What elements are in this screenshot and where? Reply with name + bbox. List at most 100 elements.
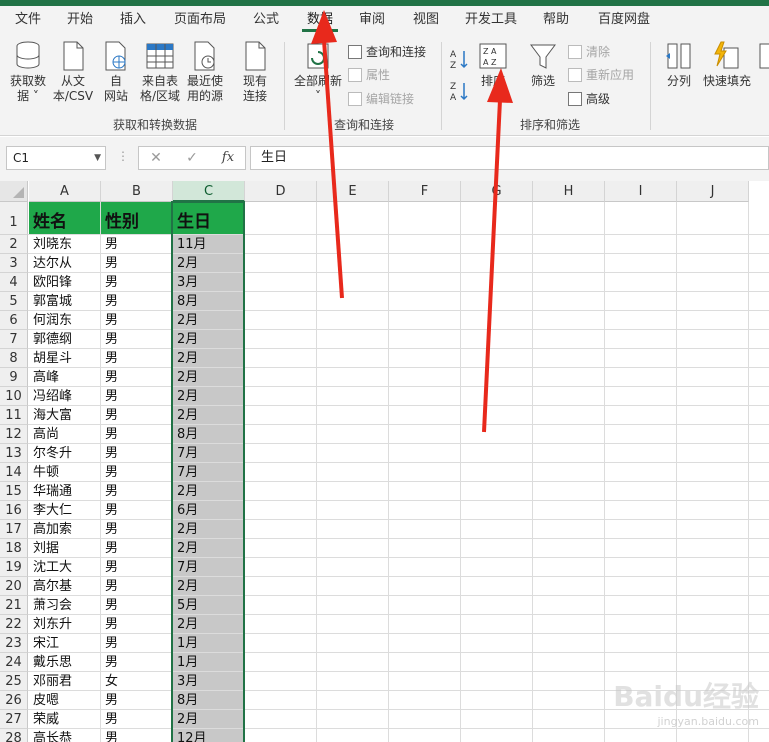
enter-icon[interactable]: ✓	[177, 147, 207, 169]
table-cell[interactable]: 2月	[173, 539, 245, 558]
row-header[interactable]: 28	[0, 729, 28, 742]
table-cell[interactable]: 7月	[173, 444, 245, 463]
table-cell[interactable]: 高峰	[29, 368, 101, 387]
tab-baidu-netdisk[interactable]: 百度网盘	[592, 6, 656, 34]
cancel-icon[interactable]: ✕	[141, 147, 171, 169]
row-header[interactable]: 26	[0, 691, 28, 710]
row-header[interactable]: 9	[0, 368, 28, 387]
table-cell[interactable]: 高加索	[29, 520, 101, 539]
row-header[interactable]: 25	[0, 672, 28, 691]
table-cell[interactable]: 萧习会	[29, 596, 101, 615]
tab-file[interactable]: 文件	[8, 6, 48, 34]
table-cell[interactable]: 冯绍峰	[29, 387, 101, 406]
table-cell[interactable]: 7月	[173, 463, 245, 482]
table-cell[interactable]: 郭德纲	[29, 330, 101, 349]
table-cell[interactable]: 男	[101, 349, 173, 368]
row-header[interactable]: 8	[0, 349, 28, 368]
table-cell[interactable]: 李大仁	[29, 501, 101, 520]
existing-connections-button[interactable]: 现有 连接	[234, 40, 276, 104]
column-header-b[interactable]: B	[101, 181, 173, 202]
text-to-columns-button[interactable]: 分列	[660, 40, 698, 89]
table-cell[interactable]: 高尔基	[29, 577, 101, 596]
table-cell[interactable]: 高尚	[29, 425, 101, 444]
table-cell[interactable]: 8月	[173, 292, 245, 311]
table-cell[interactable]: 男	[101, 558, 173, 577]
table-cell[interactable]: 男	[101, 387, 173, 406]
table-cell[interactable]: 男	[101, 273, 173, 292]
remove-duplicates-button[interactable]	[756, 40, 769, 74]
table-cell[interactable]: 2月	[173, 406, 245, 425]
table-cell[interactable]: 男	[101, 501, 173, 520]
table-cell[interactable]: 8月	[173, 691, 245, 710]
table-cell[interactable]: 男	[101, 254, 173, 273]
header-cell[interactable]: 性别	[101, 209, 173, 235]
row-header[interactable]: 17	[0, 520, 28, 539]
table-cell[interactable]: 男	[101, 539, 173, 558]
row-header[interactable]: 11	[0, 406, 28, 425]
table-cell[interactable]: 男	[101, 577, 173, 596]
tab-view[interactable]: 视图	[406, 6, 446, 34]
table-cell[interactable]: 男	[101, 425, 173, 444]
tab-insert[interactable]: 插入	[113, 6, 153, 34]
tab-formulas[interactable]: 公式	[246, 6, 286, 34]
tab-developer[interactable]: 开发工具	[458, 6, 524, 34]
table-cell[interactable]: 男	[101, 653, 173, 672]
row-header[interactable]: 27	[0, 710, 28, 729]
table-cell[interactable]: 郭富城	[29, 292, 101, 311]
table-cell[interactable]: 1月	[173, 634, 245, 653]
row-header[interactable]: 1	[0, 202, 28, 235]
table-cell[interactable]: 华瑞通	[29, 482, 101, 501]
row-header[interactable]: 20	[0, 577, 28, 596]
chevron-down-icon[interactable]: ▼	[94, 147, 101, 169]
row-header[interactable]: 19	[0, 558, 28, 577]
name-box[interactable]: C1 ▼	[6, 146, 106, 170]
get-data-button[interactable]: 获取数 据 ˅	[4, 40, 52, 104]
table-cell[interactable]: 2月	[173, 577, 245, 596]
table-cell[interactable]: 男	[101, 691, 173, 710]
table-cell[interactable]: 3月	[173, 672, 245, 691]
column-header-a[interactable]: A	[29, 181, 101, 202]
row-header[interactable]: 21	[0, 596, 28, 615]
table-cell[interactable]: 男	[101, 292, 173, 311]
table-cell[interactable]: 2月	[173, 330, 245, 349]
tab-page-layout[interactable]: 页面布局	[168, 6, 232, 34]
table-cell[interactable]: 2月	[173, 615, 245, 634]
table-cell[interactable]: 2月	[173, 520, 245, 539]
row-header[interactable]: 6	[0, 311, 28, 330]
table-cell[interactable]: 沈工大	[29, 558, 101, 577]
table-cell[interactable]: 男	[101, 634, 173, 653]
select-all-button[interactable]	[0, 181, 28, 202]
row-header[interactable]: 13	[0, 444, 28, 463]
table-cell[interactable]: 2月	[173, 482, 245, 501]
table-cell[interactable]: 7月	[173, 558, 245, 577]
table-cell[interactable]: 男	[101, 406, 173, 425]
table-cell[interactable]: 2月	[173, 710, 245, 729]
row-header[interactable]: 10	[0, 387, 28, 406]
table-cell[interactable]: 6月	[173, 501, 245, 520]
column-header-j[interactable]: J	[677, 181, 749, 202]
table-cell[interactable]: 刘据	[29, 539, 101, 558]
table-cell[interactable]: 男	[101, 520, 173, 539]
table-cell[interactable]: 男	[101, 710, 173, 729]
table-cell[interactable]: 2月	[173, 311, 245, 330]
header-cell[interactable]: 生日	[173, 209, 245, 235]
table-cell[interactable]: 2月	[173, 254, 245, 273]
table-cell[interactable]: 1月	[173, 653, 245, 672]
table-cell[interactable]: 宋江	[29, 634, 101, 653]
table-cell[interactable]: 2月	[173, 349, 245, 368]
reapply-button[interactable]: 重新应用	[568, 65, 634, 85]
header-cell[interactable]: 姓名	[29, 209, 101, 235]
row-header[interactable]: 14	[0, 463, 28, 482]
insert-function-icon[interactable]: fx	[213, 147, 243, 169]
column-header-h[interactable]: H	[533, 181, 605, 202]
table-cell[interactable]: 男	[101, 235, 173, 254]
row-header[interactable]: 2	[0, 235, 28, 254]
table-cell[interactable]: 胡星斗	[29, 349, 101, 368]
column-header-i[interactable]: I	[605, 181, 677, 202]
table-cell[interactable]: 5月	[173, 596, 245, 615]
table-cell[interactable]: 3月	[173, 273, 245, 292]
table-cell[interactable]: 何润东	[29, 311, 101, 330]
table-cell[interactable]: 男	[101, 444, 173, 463]
clear-filter-button[interactable]: 清除	[568, 42, 610, 62]
table-cell[interactable]: 海大富	[29, 406, 101, 425]
